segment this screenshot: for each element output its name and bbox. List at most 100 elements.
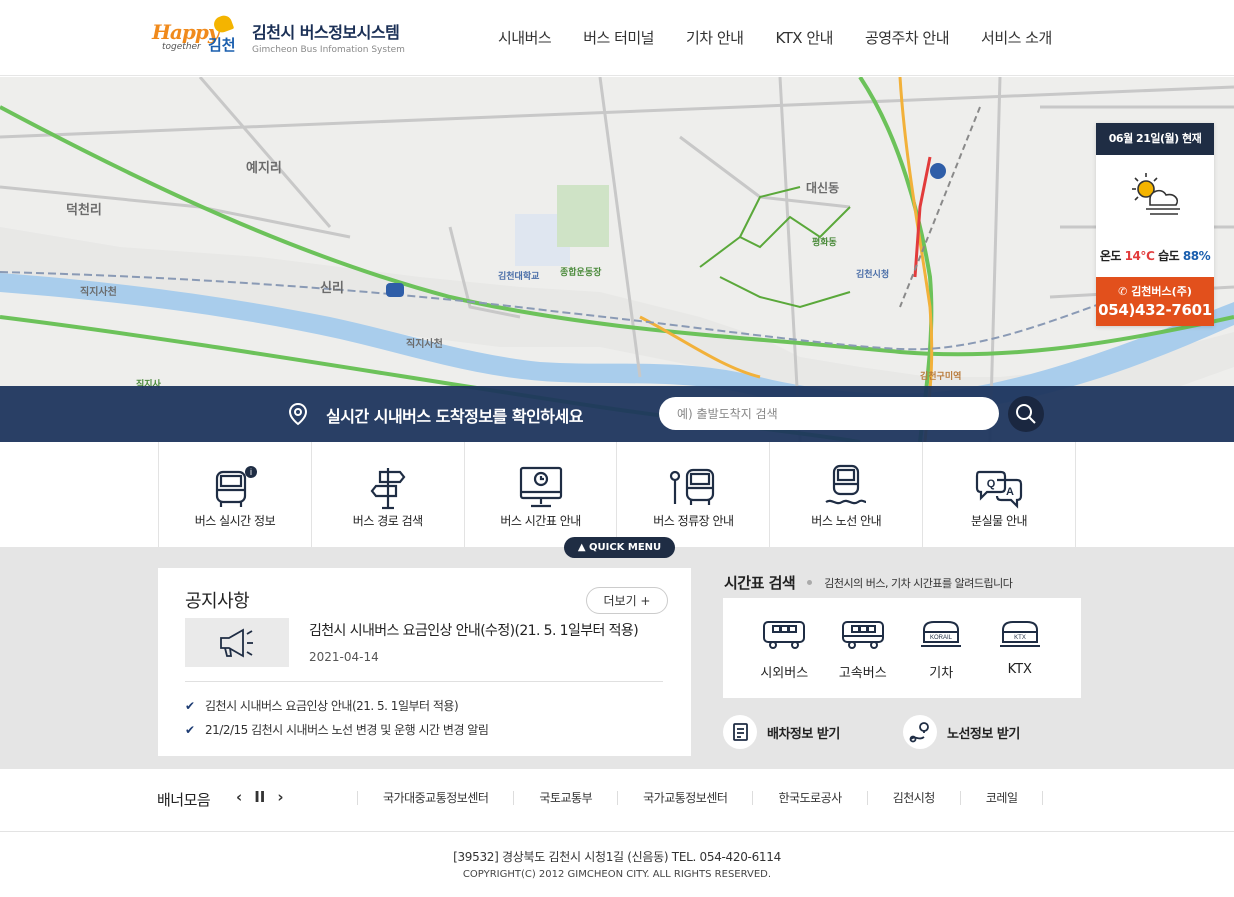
route-info-label: 노선정보 받기	[947, 726, 1020, 742]
logo-city-text: 김천	[208, 36, 236, 54]
quick-bus-route[interactable]: 버스 노선 안내	[769, 442, 922, 547]
timetable-express-bus[interactable]: 고속버스	[824, 598, 903, 698]
banner-pause-button[interactable]: II	[254, 788, 265, 806]
site-header: Happy together 김천 김천시 버스정보시스템 Gimcheon B…	[0, 0, 1234, 76]
timetable-label: 고속버스	[838, 666, 887, 681]
temp-value: 14℃	[1124, 249, 1155, 263]
call-box[interactable]: ✆ 김천버스(주) 054)432-7601	[1096, 277, 1214, 326]
timetable-label: KTX	[1007, 662, 1032, 677]
logo-text: 김천시 버스정보시스템 Gimcheon Bus Infomation Syst…	[252, 19, 405, 55]
search-icon	[1016, 404, 1036, 424]
quick-menu-toggle[interactable]: ▲ QUICK MENU	[564, 537, 675, 558]
banner-link[interactable]: 코레일	[959, 791, 1044, 805]
document-icon	[723, 715, 757, 749]
timetable-desc: 김천시의 버스, 기차 시간표를 알려드립니다	[824, 576, 1013, 590]
search-button[interactable]	[1008, 396, 1044, 432]
check-icon: ✔	[185, 723, 195, 737]
megaphone-icon	[220, 628, 253, 658]
site-footer: [39532] 경상북도 김천시 시청1길 (신음동) TEL. 054-420…	[0, 840, 1234, 880]
map-label: 종합운동장	[560, 268, 602, 278]
nav-service[interactable]: 서비스 소개	[981, 27, 1052, 48]
map-label: 김천구미역	[920, 372, 962, 382]
notice-item[interactable]: ✔ 21/2/15 김천시 시내버스 노선 변경 및 운행 시간 변경 알림	[185, 718, 489, 742]
notice-title: 공지사항	[185, 591, 250, 612]
nav-ktx[interactable]: KTX 안내	[775, 27, 833, 48]
timetable-intercity-bus[interactable]: 시외버스	[745, 598, 824, 698]
banner-prev-button[interactable]: ‹	[236, 788, 242, 806]
timetable-label: 시외버스	[760, 666, 809, 681]
ktx-train-icon: KTX	[999, 621, 1040, 647]
quick-bus-realtime[interactable]: i 버스 실시간 정보	[158, 442, 311, 547]
svg-text:KTX: KTX	[1014, 635, 1026, 641]
humid-label: 습도	[1158, 249, 1180, 263]
nav-parking[interactable]: 공영주차 안내	[865, 27, 950, 48]
quick-timetable[interactable]: 버스 시간표 안내	[463, 442, 617, 547]
timetable-label: 기차	[929, 666, 954, 681]
svg-text:i: i	[250, 467, 252, 477]
nav-bus-terminal[interactable]: 버스 터미널	[583, 27, 654, 48]
separator-dot	[807, 580, 813, 585]
bus-info-icon: i	[215, 466, 257, 507]
banner-link[interactable]: 김천시청	[866, 791, 960, 805]
search-prompt: 실시간 시내버스 도착정보를 확인하세요	[326, 407, 583, 426]
intercity-bus-icon	[763, 621, 806, 649]
humid-value: 88%	[1182, 249, 1211, 263]
banner-next-button[interactable]: ›	[277, 788, 283, 806]
express-bus-icon	[841, 621, 884, 649]
dispatch-info-label: 배차정보 받기	[767, 726, 840, 742]
footer-copyright: COPYRIGHT(C) 2012 GIMCHEON CITY. ALL RIG…	[462, 869, 772, 880]
quick-label: 버스 실시간 정보	[194, 514, 276, 528]
bus-route-icon	[825, 464, 867, 505]
svg-text:KORAIL: KORAIL	[930, 635, 953, 641]
banner-link[interactable]: 국가교통정보센터	[617, 791, 752, 805]
banner-link[interactable]: 국토교통부	[513, 791, 617, 805]
notice-more-button[interactable]: 더보기 +	[586, 587, 668, 614]
route-info-button[interactable]: 노선정보 받기	[903, 715, 1020, 749]
map-label: 덕천리	[66, 203, 102, 218]
timetable-ktx[interactable]: KTX KTX	[981, 598, 1060, 698]
notice-item-text: 김천시 시내버스 요금인상 안내(21. 5. 1일부터 적용)	[205, 699, 459, 713]
site-subtitle: Gimcheon Bus Infomation System	[252, 45, 405, 55]
weather-body: 온도 14℃ 습도 88%	[1096, 155, 1214, 273]
timetable-train[interactable]: KORAIL 기차	[902, 598, 981, 698]
korail-train-icon: KORAIL	[921, 621, 962, 647]
banner-title: 배너모음	[157, 791, 211, 809]
map-label: 평화동	[812, 238, 837, 248]
map-label: 대신동	[806, 181, 840, 195]
happy-together-logo: Happy together 김천	[152, 13, 244, 60]
banner-row: 배너모음 ‹ II › 국가대중교통정보센터 국토교통부 국가교통정보센터 한국…	[0, 769, 1234, 832]
qa-bubble-icon: Q A	[975, 470, 1023, 509]
quick-label: 분실물 안내	[971, 514, 1028, 528]
quick-lost-found[interactable]: Q A 분실물 안내	[922, 442, 1076, 547]
map-label: 예지리	[246, 161, 282, 176]
quick-label: 버스 노선 안내	[811, 514, 882, 528]
notice-item[interactable]: ✔ 김천시 시내버스 요금인상 안내(21. 5. 1일부터 적용)	[185, 694, 488, 718]
route-pin-icon	[903, 715, 937, 749]
footer-address: [39532] 경상북도 김천시 시청1길 (신음동) TEL. 054-420…	[453, 850, 781, 864]
site-logo[interactable]: Happy together 김천 김천시 버스정보시스템 Gimcheon B…	[152, 13, 405, 60]
map-label: 김천시청	[856, 270, 890, 280]
stop-search-input[interactable]	[659, 397, 999, 430]
site-title: 김천시 버스정보시스템	[252, 19, 405, 43]
bus-stop-icon	[670, 468, 715, 505]
map-label: 신리	[320, 281, 344, 296]
banner-link[interactable]: 한국도로공사	[752, 791, 866, 805]
banner-links: 국가대중교통정보센터 국토교통부 국가교통정보센터 한국도로공사 김천시청 코레…	[357, 791, 1044, 805]
svg-text:Q: Q	[987, 478, 996, 490]
quick-label: 버스 정류장 안내	[653, 514, 734, 528]
quick-route-search[interactable]: 버스 경로 검색	[310, 442, 464, 547]
nav-city-bus[interactable]: 시내버스	[498, 27, 552, 48]
map-label: 직지사천	[406, 339, 443, 350]
notice-main-title[interactable]: 김천시 시내버스 요금인상 안내(수정)(21. 5. 1일부터 적용)	[309, 620, 639, 640]
call-company: ✆ 김천버스(주)	[1118, 285, 1192, 298]
nav-train[interactable]: 기차 안내	[686, 27, 744, 48]
dispatch-info-button[interactable]: 배차정보 받기	[723, 715, 840, 749]
quick-bus-stop[interactable]: 버스 정류장 안내	[616, 442, 769, 547]
signpost-icon	[370, 468, 406, 510]
banner-link[interactable]: 국가대중교통정보센터	[357, 791, 513, 805]
notice-thumbnail[interactable]	[185, 618, 289, 667]
weather-date: 06월 21일(월) 현재	[1096, 123, 1214, 155]
logo-together-text: together	[162, 42, 201, 52]
call-number: 054)432-7601	[1098, 301, 1212, 319]
temp-label: 온도	[1099, 249, 1122, 263]
